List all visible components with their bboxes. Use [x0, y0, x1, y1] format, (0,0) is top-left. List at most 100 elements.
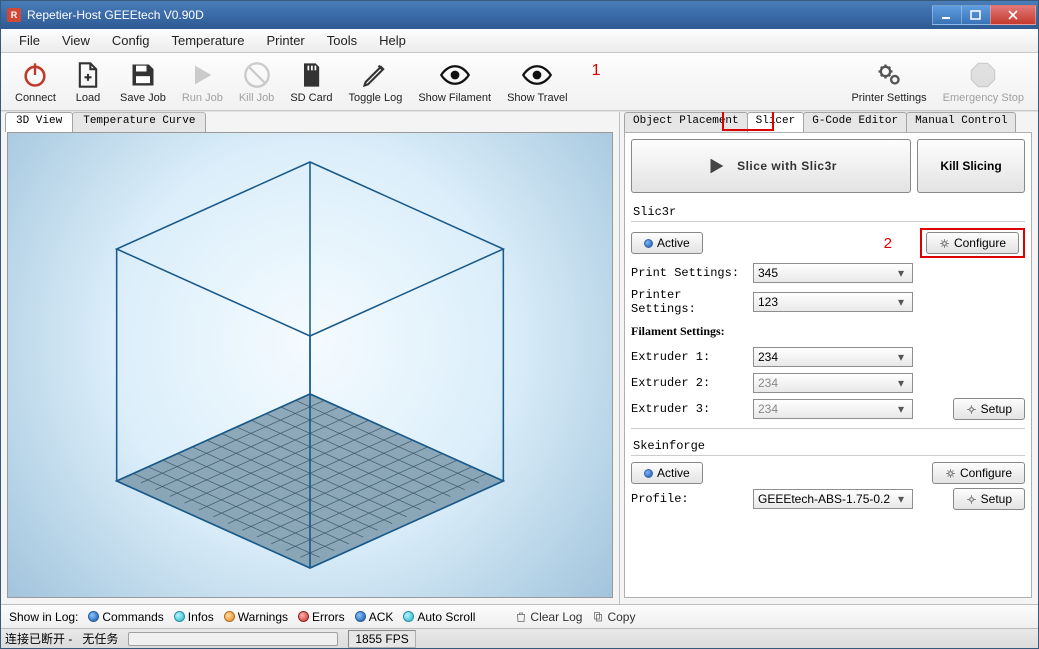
window-minimize-button[interactable] — [932, 5, 962, 25]
app-icon: R — [7, 8, 21, 22]
status-connection: 连接已断开 - — [5, 630, 72, 647]
annotation-1: 1 — [576, 62, 617, 102]
log-warnings-toggle[interactable]: Warnings — [224, 610, 288, 624]
tab-object-placement[interactable]: Object Placement — [624, 112, 748, 132]
eye-icon — [522, 60, 552, 90]
chevron-down-icon: ▾ — [894, 266, 908, 280]
status-bar: 连接已断开 - 无任务 1855 FPS — [1, 628, 1038, 648]
window-title: Repetier-Host GEEEtech V0.90D — [27, 8, 204, 22]
copy-log-button[interactable]: Copy — [592, 610, 635, 624]
save-icon — [129, 60, 157, 90]
filament-settings-head: Filament Settings: — [631, 324, 725, 339]
extruder3-label: Extruder 3: — [631, 402, 753, 416]
extruder1-combo[interactable]: 234▾ — [753, 347, 913, 367]
connect-button[interactable]: Connect — [7, 58, 64, 106]
sd-card-button[interactable]: SD Card — [282, 58, 340, 106]
log-errors-toggle[interactable]: Errors — [298, 610, 345, 624]
chevron-down-icon: ▾ — [894, 492, 908, 506]
dot-icon — [355, 611, 366, 622]
slice-button[interactable]: Slice with Slic3r — [631, 139, 911, 193]
printer-settings-button[interactable]: Printer Settings — [843, 58, 934, 106]
stop-circle-icon — [243, 60, 271, 90]
chevron-down-icon: ▾ — [894, 376, 908, 390]
tab-manual-control[interactable]: Manual Control — [906, 112, 1016, 132]
extruder2-label: Extruder 2: — [631, 376, 753, 390]
pencil-icon — [361, 60, 389, 90]
show-in-log-label: Show in Log: — [9, 610, 78, 624]
load-button[interactable]: Load — [64, 58, 112, 106]
dot-icon — [224, 611, 235, 622]
log-autoscroll-toggle[interactable]: Auto Scroll — [403, 610, 475, 624]
run-job-button[interactable]: Run Job — [174, 58, 231, 106]
tab-3d-view[interactable]: 3D View — [5, 112, 73, 132]
profile-combo[interactable]: GEEEtech-ABS-1.75-0.2▾ — [753, 489, 913, 509]
menu-view[interactable]: View — [52, 30, 100, 51]
slic3r-section-head: Slic3r — [631, 203, 1025, 222]
log-ack-toggle[interactable]: ACK — [355, 610, 394, 624]
gears-icon — [875, 60, 903, 90]
save-job-button[interactable]: Save Job — [112, 58, 174, 106]
status-progress-bar — [128, 632, 338, 646]
menu-temperature[interactable]: Temperature — [161, 30, 254, 51]
skein-configure-button[interactable]: Configure — [932, 462, 1025, 484]
document-plus-icon — [74, 60, 102, 90]
trash-icon — [515, 611, 527, 623]
slic3r-active-button[interactable]: Active — [631, 232, 703, 254]
dot-icon — [403, 611, 414, 622]
annotation-box-2: Configure — [920, 228, 1025, 258]
menu-config[interactable]: Config — [102, 30, 160, 51]
power-icon — [21, 60, 49, 90]
slic3r-setup-button[interactable]: Setup — [953, 398, 1025, 420]
kill-job-button[interactable]: Kill Job — [231, 58, 282, 106]
tab-gcode-editor[interactable]: G-Code Editor — [803, 112, 907, 132]
menu-tools[interactable]: Tools — [317, 30, 367, 51]
dot-icon — [298, 611, 309, 622]
eye-icon — [440, 60, 470, 90]
extruder2-combo[interactable]: 234▾ — [753, 373, 913, 393]
3d-viewport[interactable] — [7, 132, 613, 598]
chevron-down-icon: ▾ — [894, 350, 908, 364]
log-infos-toggle[interactable]: Infos — [174, 610, 214, 624]
skeinforge-section-head: Skeinforge — [631, 437, 1025, 456]
clear-log-button[interactable]: Clear Log — [515, 610, 582, 624]
show-travel-button[interactable]: Show Travel — [499, 58, 576, 106]
kill-slicing-button[interactable]: Kill Slicing — [917, 139, 1025, 193]
skein-setup-button[interactable]: Setup — [953, 488, 1025, 510]
copy-icon — [592, 611, 604, 623]
show-filament-button[interactable]: Show Filament — [410, 58, 499, 106]
play-icon — [705, 155, 727, 177]
status-task: 无任务 — [82, 630, 118, 647]
menu-file[interactable]: File — [9, 30, 50, 51]
skein-active-button[interactable]: Active — [631, 462, 703, 484]
printer-settings-combo[interactable]: 123▾ — [753, 292, 913, 312]
radio-on-icon — [644, 469, 653, 478]
printer-settings-label: Printer Settings: — [631, 288, 753, 316]
toolbar: Connect Load Save Job Run Job Kill Job S… — [1, 53, 1038, 111]
chevron-down-icon: ▾ — [894, 402, 908, 416]
slicer-panel: Slice with Slic3r Kill Slicing Slic3r Ac… — [624, 132, 1032, 598]
build-volume-cube — [8, 133, 612, 597]
menu-printer[interactable]: Printer — [256, 30, 314, 51]
menu-help[interactable]: Help — [369, 30, 416, 51]
status-fps: 1855 FPS — [348, 630, 415, 648]
tab-temperature-curve[interactable]: Temperature Curve — [72, 112, 206, 132]
chevron-down-icon: ▾ — [894, 295, 908, 309]
right-tabs: Object Placement Slicer G-Code Editor Ma… — [620, 112, 1038, 132]
tab-slicer[interactable]: Slicer — [747, 112, 805, 132]
sd-card-icon — [297, 60, 325, 90]
gear-icon — [939, 238, 950, 249]
log-commands-toggle[interactable]: Commands — [88, 610, 163, 624]
gear-icon — [945, 468, 956, 479]
extruder3-combo[interactable]: 234▾ — [753, 399, 913, 419]
window-close-button[interactable] — [990, 5, 1036, 25]
print-settings-combo[interactable]: 345▾ — [753, 263, 913, 283]
emergency-stop-button[interactable]: Emergency Stop — [935, 58, 1032, 106]
toggle-log-button[interactable]: Toggle Log — [341, 58, 411, 106]
stop-octagon-icon — [969, 60, 997, 90]
window-maximize-button[interactable] — [961, 5, 991, 25]
log-filter-bar: Show in Log: Commands Infos Warnings Err… — [1, 604, 1038, 628]
dot-icon — [174, 611, 185, 622]
annotation-2: 2 — [884, 235, 920, 252]
left-tabs: 3D View Temperature Curve — [1, 112, 619, 132]
slic3r-configure-button[interactable]: Configure — [926, 232, 1019, 254]
